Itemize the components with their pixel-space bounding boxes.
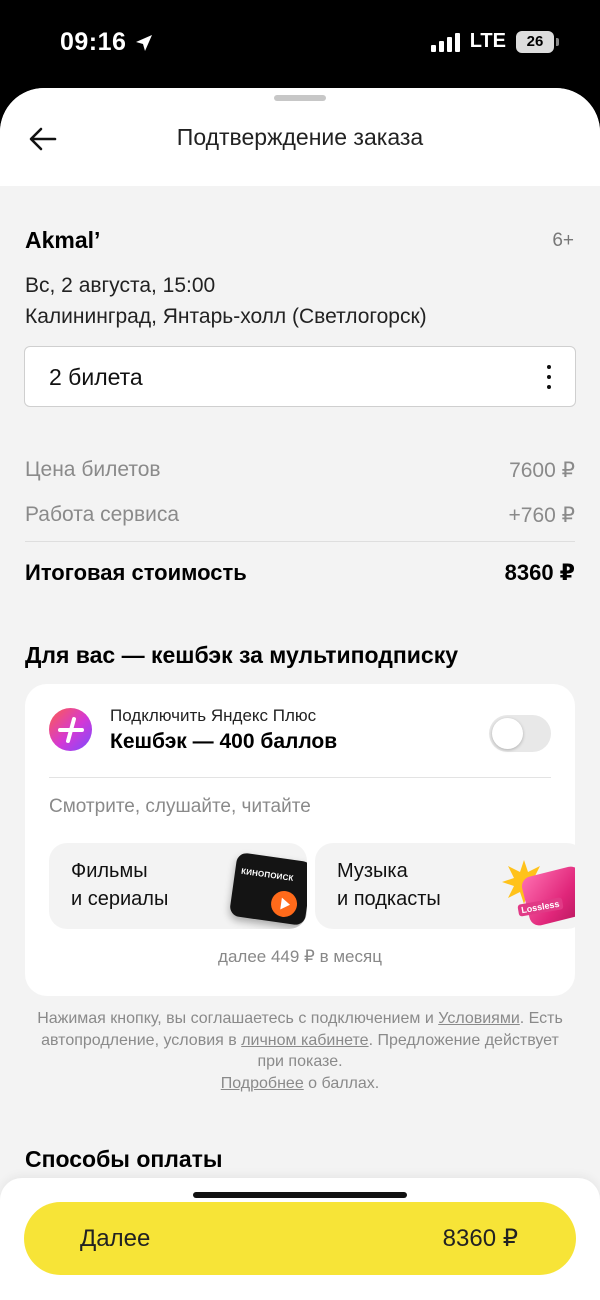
payment-section-title: Способы оплаты	[25, 1146, 223, 1172]
tile-music[interactable]: Музыка и подкасты Lossless	[315, 843, 575, 929]
kinopoisk-icon: КИНОПОИСК	[228, 852, 307, 926]
cashback-section-title: Для вас — кешбэк за мультиподписку	[25, 642, 458, 668]
yandex-plus-icon	[49, 708, 92, 751]
location-arrow-icon	[136, 34, 153, 51]
price-row-tickets: Цена билетов 7600 ₽	[25, 458, 575, 483]
tile-films[interactable]: Фильмы и сериалы КИНОПОИСК	[49, 843, 307, 929]
header: Подтверждение заказа	[0, 88, 600, 186]
card-divider	[49, 777, 551, 778]
plus-subtitle: Подключить Яндекс Плюс	[110, 706, 317, 725]
battery-icon: 26	[516, 30, 559, 53]
tickets-count-select[interactable]: 2 билета	[24, 346, 576, 407]
legal-part1: Нажимая кнопку, вы соглашаетесь с подклю…	[37, 1010, 439, 1027]
cabinet-link[interactable]: личном кабинете	[241, 1032, 368, 1049]
order-confirmation-sheet: Подтверждение заказа Akmal’ 6+ Вс, 2 авг…	[0, 88, 600, 1300]
tile-music-line2: и подкасты	[337, 888, 441, 910]
next-button-price: 8360 ₽	[442, 1225, 518, 1252]
plus-cashback: Кешбэк — 400 баллов	[110, 730, 338, 753]
network-type: LTE	[469, 30, 506, 52]
tile-films-line1: Фильмы	[71, 860, 148, 882]
battery-level: 26	[526, 33, 544, 50]
yandex-plus-card: Подключить Яндекс Плюс Кешбэк — 400 балл…	[25, 684, 575, 996]
status-time-group: 09:16	[60, 28, 154, 57]
tickets-price-label: Цена билетов	[25, 458, 161, 481]
event-date: Вс, 2 августа, 15:00	[25, 274, 216, 297]
more-link[interactable]: Подробнее	[221, 1075, 304, 1092]
tile-films-text: Фильмы и сериалы	[71, 857, 168, 913]
legal-text: Нажимая кнопку, вы соглашаетесь с подклю…	[30, 1008, 570, 1094]
next-button[interactable]: Далее 8360 ₽	[24, 1202, 576, 1275]
price-row-service: Работа сервиса +760 ₽	[25, 503, 575, 528]
total-row: Итоговая стоимость 8360 ₽	[25, 560, 575, 586]
tickets-price-value: 7600 ₽	[509, 459, 575, 482]
event-title: Akmal’	[25, 227, 101, 253]
status-time: 09:16	[60, 28, 127, 56]
plus-price-note: далее 449 ₽ в месяц	[218, 947, 382, 966]
status-bar: 09:16 LTE 26	[0, 0, 600, 90]
cellular-signal-icon	[430, 32, 460, 52]
legal-part4: о баллах.	[303, 1074, 380, 1092]
toggle-knob	[492, 718, 523, 749]
event-place: Калининград, Янтарь-холл (Светлогорск)	[25, 305, 427, 328]
service-fee-label: Работа сервиса	[25, 503, 180, 526]
price-divider	[25, 541, 575, 542]
age-rating: 6+	[552, 230, 574, 251]
tile-films-line2: и сериалы	[71, 888, 169, 910]
kinopoisk-badge: КИНОПОИСК	[240, 866, 295, 883]
service-fee-value: +760 ₽	[508, 504, 576, 527]
tickets-count-value: 2 билета	[49, 364, 143, 390]
tile-music-line1: Музыка	[337, 860, 408, 882]
next-button-label: Далее	[80, 1224, 151, 1252]
terms-link[interactable]: Условиями	[438, 1010, 520, 1027]
more-vertical-icon[interactable]	[545, 365, 553, 389]
plus-toggle[interactable]	[489, 715, 551, 752]
plus-caption: Смотрите, слушайте, читайте	[49, 796, 311, 817]
play-icon	[269, 889, 299, 919]
total-value: 8360 ₽	[504, 560, 575, 585]
home-indicator	[193, 1192, 407, 1198]
total-label: Итоговая стоимость	[25, 560, 247, 585]
sheet-grabber[interactable]	[274, 95, 326, 101]
tile-music-text: Музыка и подкасты	[337, 857, 441, 913]
status-indicators: LTE 26	[430, 30, 559, 53]
page-title: Подтверждение заказа	[176, 124, 424, 150]
